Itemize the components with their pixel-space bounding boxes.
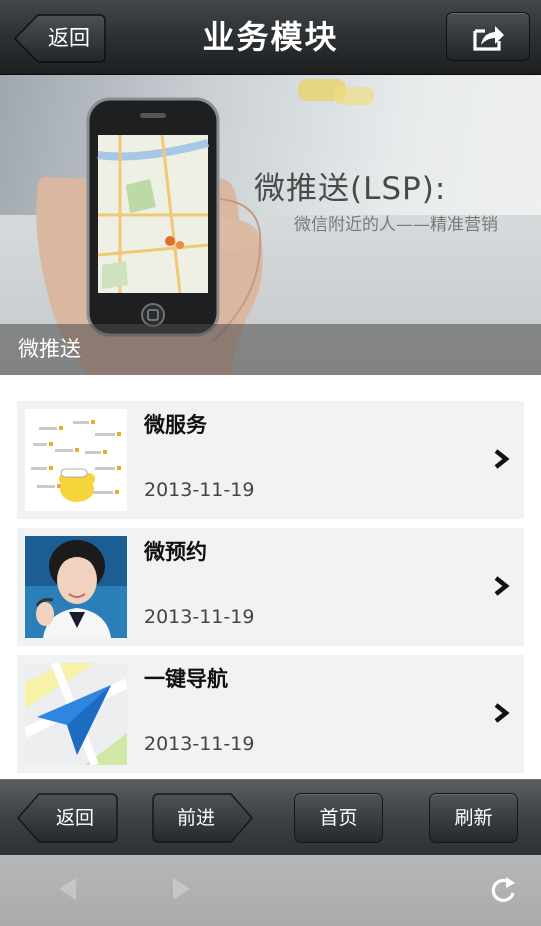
list-item-title: 微预约 — [144, 540, 207, 564]
banner-headline: 微推送(LSP): — [254, 171, 447, 207]
chevron-right-icon — [494, 703, 510, 723]
toolbar-back-button[interactable]: 返回 — [17, 793, 118, 843]
chevron-right-icon — [494, 576, 510, 596]
list-item-date: 2013-11-19 — [144, 479, 255, 501]
share-icon — [473, 26, 504, 51]
customer-service-thumbnail — [25, 536, 127, 638]
banner-carousel[interactable]: 微推送(LSP): 微信附近的人——精准营销 微推送 — [0, 75, 541, 375]
back-button[interactable]: 返回 — [14, 14, 106, 63]
module-list: 微服务 2013-11-19 微预约 2013-11-19 一键导航 2013-… — [0, 375, 541, 780]
share-button[interactable] — [446, 12, 530, 61]
list-item-date: 2013-11-19 — [144, 733, 255, 755]
banner-caption-bar — [0, 324, 541, 375]
list-item-date: 2013-11-19 — [144, 606, 255, 628]
network-map-thumbnail — [25, 409, 127, 511]
toolbar-refresh-button[interactable]: 刷新 — [429, 793, 518, 843]
toolbar-home-button[interactable]: 首页 — [294, 793, 383, 843]
browser-forward-icon[interactable] — [171, 876, 193, 902]
chevron-right-icon — [494, 449, 510, 469]
banner-subtitle: 微信附近的人——精准营销 — [294, 215, 498, 235]
top-navigation-bar: 业务模块 返回 — [0, 0, 541, 75]
list-item[interactable]: 微服务 2013-11-19 — [17, 401, 524, 519]
reload-icon[interactable] — [489, 875, 517, 905]
list-item[interactable]: 一键导航 2013-11-19 — [17, 655, 524, 773]
list-item[interactable]: 微预约 2013-11-19 — [17, 528, 524, 646]
navigation-arrow-thumbnail — [25, 663, 127, 765]
banner-caption: 微推送 — [18, 337, 81, 361]
browser-back-icon[interactable] — [56, 876, 78, 902]
toolbar-forward-button[interactable]: 前进 — [152, 793, 253, 843]
list-item-title: 一键导航 — [144, 667, 228, 691]
bottom-toolbar: 返回 前进 首页 刷新 — [0, 779, 541, 855]
toolbar-back-label: 返回 — [55, 807, 94, 829]
list-item-title: 微服务 — [144, 413, 207, 437]
browser-bar — [0, 855, 541, 926]
toolbar-forward-label: 前进 — [176, 807, 215, 829]
back-button-label: 返回 — [48, 26, 90, 50]
banner-taxi-shape — [334, 87, 374, 105]
